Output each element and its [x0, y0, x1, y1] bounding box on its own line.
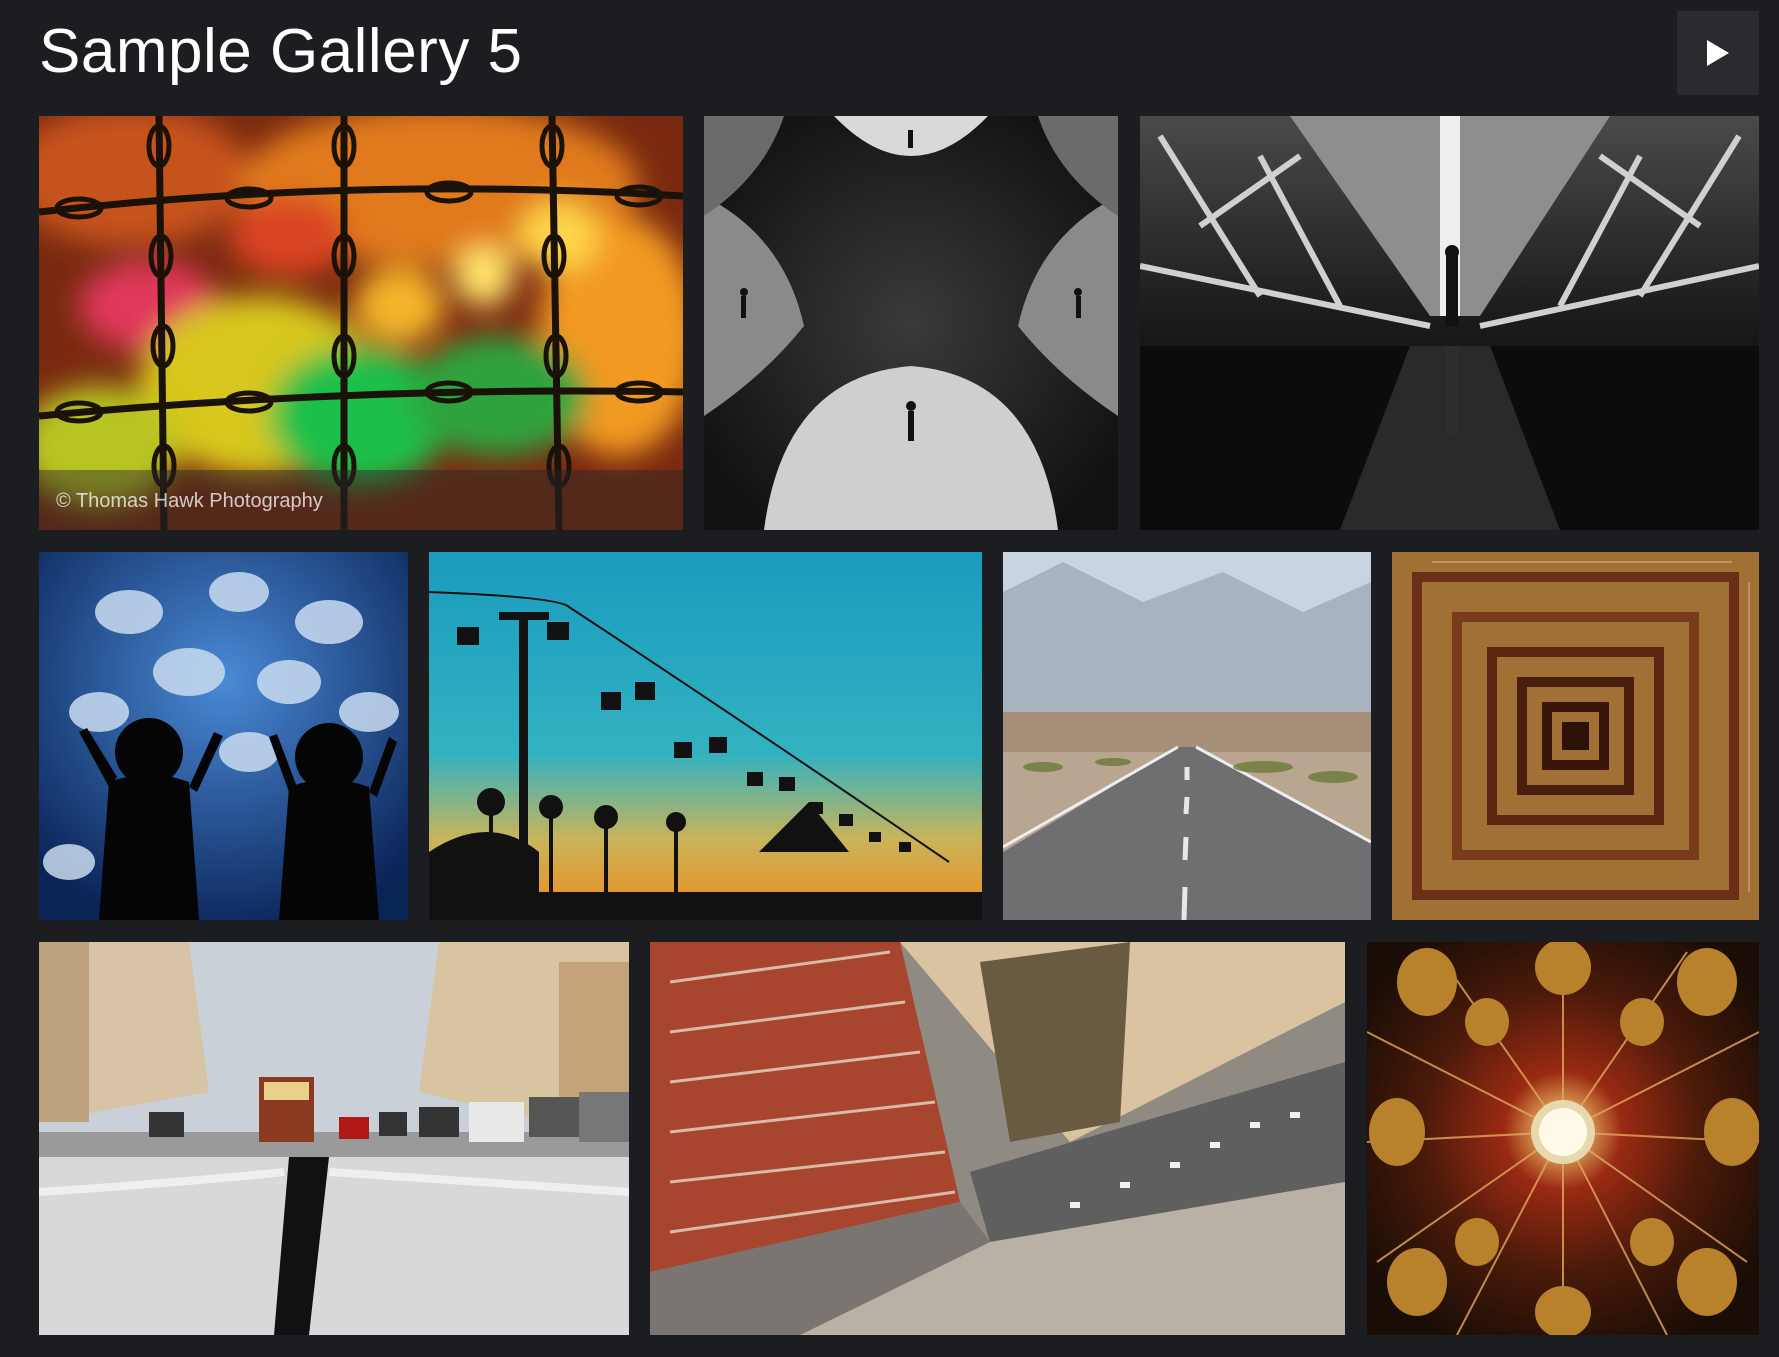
tilt-shift-city-image [650, 942, 1345, 1335]
gallery-title: Sample Gallery 5 [39, 17, 523, 86]
photo-cable-car-street[interactable] [39, 942, 629, 1335]
photo-chandelier[interactable] [1367, 942, 1759, 1335]
slideshow-play-button[interactable] [1677, 11, 1759, 95]
photo-sky-ride[interactable] [429, 552, 982, 920]
play-icon [1707, 40, 1729, 66]
photo-aquarium-kids[interactable] [39, 552, 408, 920]
chandelier-image [1367, 942, 1759, 1335]
aquarium-kids-image [39, 552, 408, 920]
cable-car-street-image [39, 942, 629, 1335]
photo-mirrored-tunnel[interactable] [704, 116, 1118, 530]
photo-tilt-shift-city[interactable] [650, 942, 1345, 1335]
walkway-bridge-image [1140, 116, 1759, 530]
sky-ride-image [429, 552, 982, 920]
mirrored-tunnel-image [704, 116, 1118, 530]
spiral-staircase-image [1392, 552, 1759, 920]
chains-bokeh-image [39, 116, 683, 530]
photo-desert-road[interactable] [1003, 552, 1371, 920]
photo-walkway-bridge[interactable] [1140, 116, 1759, 530]
photo-spiral-staircase[interactable] [1392, 552, 1759, 920]
photo-chains-bokeh[interactable]: © Thomas Hawk Photography [39, 116, 683, 530]
photo-caption: © Thomas Hawk Photography [39, 470, 683, 530]
desert-road-image [1003, 552, 1371, 920]
